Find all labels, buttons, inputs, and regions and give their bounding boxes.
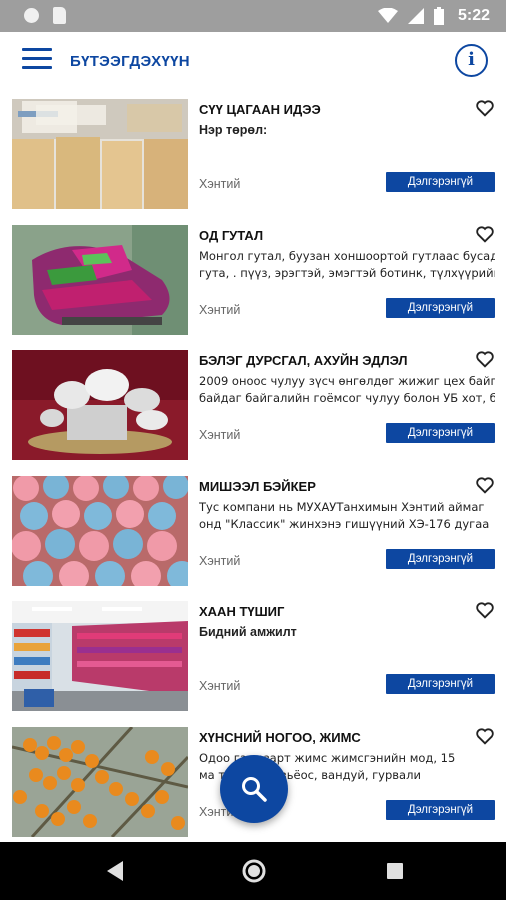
search-icon xyxy=(242,777,267,802)
product-description: Нэр төрөл: xyxy=(199,123,268,137)
wifi-icon xyxy=(377,8,398,23)
product-title: БЭЛЭГ ДУРСГАЛ, АХУЙН ЭДЛЭЛ xyxy=(199,353,408,368)
battery-icon xyxy=(433,7,444,25)
details-button[interactable]: Дэлгэрэнгүй xyxy=(386,172,495,192)
details-button[interactable]: Дэлгэрэнгүй xyxy=(386,799,495,820)
product-description: Монгол гутал, буузан хоншоортой гутлаас … xyxy=(199,248,495,280)
system-nav-bar xyxy=(0,842,506,900)
info-icon[interactable]: i xyxy=(455,44,488,77)
recents-icon[interactable] xyxy=(386,862,404,880)
product-description: 2009 оноос чулуу зүсч өнгөлдөг жижиг цех… xyxy=(199,374,495,405)
product-image xyxy=(12,601,188,711)
product-description: Тус компани нь МУХАУТанхимын Хэнтий айма… xyxy=(199,499,490,531)
product-card[interactable]: БЭЛЭГ ДУРСГАЛ, АХУЙН ЭДЛЭЛ 2009 оноос чу… xyxy=(0,347,506,473)
product-location: Хэнтий xyxy=(199,428,241,442)
favorite-heart-icon[interactable] xyxy=(474,223,496,245)
product-title: СҮҮ ЦАГААН ИДЭЭ xyxy=(199,102,321,117)
search-fab-button[interactable] xyxy=(220,755,288,823)
product-location: Хэнтий xyxy=(199,302,241,317)
cellular-signal-icon xyxy=(407,8,424,24)
product-title: ХҮНСНИЙ НОГОО, ЖИМС xyxy=(199,729,361,745)
product-title: ХААН ТҮШИГ xyxy=(199,604,285,619)
favorite-heart-icon[interactable] xyxy=(474,725,496,747)
product-image xyxy=(12,726,188,837)
favorite-heart-icon[interactable] xyxy=(474,348,496,370)
product-location: Хэнтий xyxy=(199,553,241,568)
status-bar: 5:22 xyxy=(0,0,506,32)
product-card[interactable]: СҮҮ ЦАГААН ИДЭЭ Нэр төрөл: Хэнтий Дэлгэр… xyxy=(0,96,506,222)
product-image xyxy=(12,224,188,335)
notification-dot-icon xyxy=(24,8,39,23)
details-button[interactable]: Дэлгэрэнгүй xyxy=(386,548,495,569)
favorite-heart-icon[interactable] xyxy=(474,97,496,119)
product-image xyxy=(12,99,188,209)
status-time: 5:22 xyxy=(457,7,490,24)
product-card[interactable]: ОД ГУТАЛ Монгол гутал, буузан хоншоортой… xyxy=(0,222,506,348)
product-location: Хэнтий xyxy=(199,679,241,693)
product-card[interactable]: МИШЭЭЛ БЭЙКЕР Тус компани нь МУХАУТанхим… xyxy=(0,473,506,599)
product-title: ОД ГУТАЛ xyxy=(199,227,264,243)
details-button[interactable]: Дэлгэрэнгүй xyxy=(386,297,495,318)
product-title: МИШЭЭЛ БЭЙКЕР xyxy=(199,478,316,494)
product-image xyxy=(12,475,188,586)
product-description: Бидний амжилт xyxy=(199,625,297,639)
home-icon[interactable] xyxy=(241,858,267,884)
page-title: БҮТЭЭГДЭХҮҮН xyxy=(70,53,190,70)
sd-card-icon xyxy=(53,7,66,24)
details-button[interactable]: Дэлгэрэнгүй xyxy=(386,423,495,443)
app-bar: БҮТЭЭГДЭХҮҮН i xyxy=(0,32,506,90)
product-image xyxy=(12,350,188,460)
product-list[interactable]: СҮҮ ЦАГААН ИДЭЭ Нэр төрөл: Хэнтий Дэлгэр… xyxy=(0,96,506,842)
hamburger-menu-icon[interactable] xyxy=(22,48,52,74)
details-button[interactable]: Дэлгэрэнгүй xyxy=(386,674,495,694)
favorite-heart-icon[interactable] xyxy=(474,474,496,496)
product-location: Хэнтий xyxy=(199,177,241,191)
back-icon[interactable] xyxy=(104,859,126,883)
product-card[interactable]: ХААН ТҮШИГ Бидний амжилт Хэнтий Дэлгэрэн… xyxy=(0,598,506,724)
favorite-heart-icon[interactable] xyxy=(474,599,496,621)
